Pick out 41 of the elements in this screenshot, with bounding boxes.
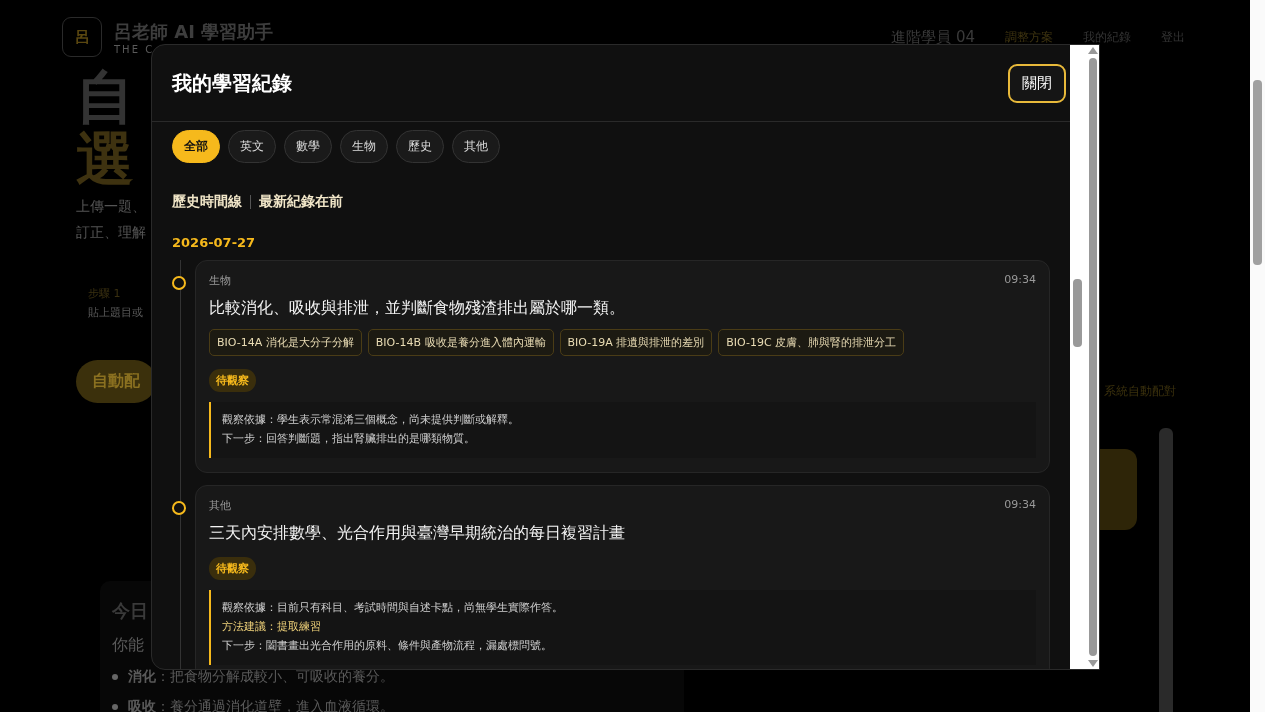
close-button[interactable]: 關閉 (1008, 63, 1066, 103)
concept-tag: BIO-14A 消化是大分子分解 (209, 329, 362, 356)
timeline-dot (172, 501, 186, 515)
bullet-icon (112, 674, 118, 680)
brand-subtitle: THE C (114, 43, 156, 55)
subject-label: 其他 (209, 498, 231, 513)
filter-chip[interactable]: 英文 (228, 130, 276, 163)
record-time: 09:34 (1004, 273, 1036, 288)
concept-tag: BIO-14B 吸收是養分進入體內運輸 (367, 329, 554, 356)
note-text: 下一步：闔書畫出光合作用的原料、條件與產物流程，漏處標問號。 (222, 638, 553, 654)
record-title: 三天內安排數學、光合作用與臺灣早期統治的每日複習計畫 (209, 523, 626, 544)
note-text: 下一步：回答判斷題，指出腎臟排出的是哪類物質。 (222, 431, 476, 447)
step-text: 貼上題目或 (87, 305, 143, 320)
status-badge: 待觀察 (209, 369, 256, 392)
record-time: 09:34 (1004, 498, 1036, 513)
record-title: 比較消化、吸收與排泄，並判斷食物殘渣排出屬於哪一類。 (209, 298, 626, 319)
subject-label: 生物 (209, 273, 231, 288)
bullet-text: 消化：把食物分解成較小、可吸收的養分。 (128, 668, 394, 686)
lesson-text: 你能 (112, 635, 144, 656)
concept-tag: BIO-19C 皮膚、肺與腎的排泄分工 (718, 329, 905, 356)
filter-chip[interactable]: 全部 (172, 130, 220, 163)
note-text: 方法建議：提取練習 (222, 619, 322, 635)
note-text: 觀察依據：學生表示常混淆三個概念，尚未提供判斷或解釋。 (222, 412, 520, 428)
filter-chip[interactable]: 其他 (452, 130, 500, 163)
section-heading: 歷史時間線 (172, 193, 242, 211)
brand-name: 呂老師 AI 學習助手 (114, 19, 274, 44)
intro-text: 上傳一題、 (76, 198, 146, 216)
status-badge: 待觀察 (209, 557, 256, 580)
note-text: 觀察依據：目前只有科目、考試時間與自述卡點，尚無學生實際作答。 (222, 600, 564, 616)
timeline-dot (172, 276, 186, 290)
logo: 呂 (62, 17, 102, 57)
intro-text: 訂正、理解 (76, 224, 146, 242)
sort-label: 最新紀錄在前 (259, 193, 343, 211)
date-label: 2026-07-27 (172, 235, 257, 250)
filter-chip[interactable]: 生物 (340, 130, 388, 163)
headline: 選 (76, 128, 134, 190)
bullet-icon (112, 704, 118, 710)
filter-chip[interactable]: 數學 (284, 130, 332, 163)
filter-chip[interactable]: 歷史 (396, 130, 444, 163)
concept-tag: BIO-19A 排遺與排泄的差別 (559, 329, 713, 356)
dialog-title: 我的學習紀錄 (172, 69, 292, 97)
